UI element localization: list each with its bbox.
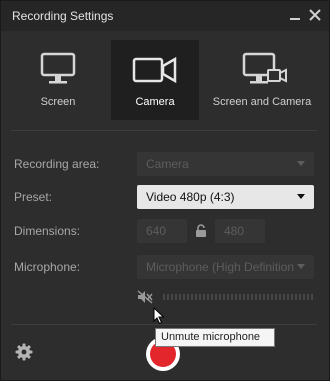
gear-icon[interactable] [15, 343, 33, 361]
title-bar: Recording Settings [1, 1, 329, 31]
microphone-value: Microphone (High Definition Audio Device… [146, 260, 296, 274]
dimension-height-input[interactable]: 480 [215, 219, 265, 243]
tooltip: Unmute microphone [155, 328, 275, 347]
dimension-width-input[interactable]: 640 [137, 219, 187, 243]
dimensions-label: Dimensions: [14, 224, 81, 238]
dimension-width-value: 640 [146, 224, 167, 238]
tab-screen[interactable]: Screen [9, 40, 107, 120]
preset-value: Video 480p (4:3) [146, 190, 235, 204]
window-title: Recording Settings [12, 9, 114, 23]
recording-area-value: Camera [146, 157, 189, 171]
tooltip-text: Unmute microphone [161, 331, 261, 343]
recording-area-label: Recording area: [14, 157, 100, 171]
speaker-muted-icon[interactable] [137, 290, 153, 304]
tab-screen-and-camera[interactable]: Screen and Camera [202, 40, 322, 120]
tab-screen-and-camera-label: Screen and Camera [212, 96, 312, 108]
mouse-pointer-icon [153, 307, 165, 325]
microphone-select[interactable]: Microphone (High Definition Audio Device… [137, 255, 314, 279]
video-camera-icon [132, 56, 177, 84]
recording-settings-window: Recording Settings Screen Camera Screen … [0, 0, 330, 381]
divider [11, 130, 317, 131]
monitor-camera-icon [242, 52, 287, 84]
microphone-level-meter [163, 294, 313, 300]
preset-label: Preset: [14, 190, 53, 204]
monitor-icon [40, 52, 76, 84]
mode-tabs: Screen Camera Screen and Camera [1, 40, 329, 120]
tab-screen-label: Screen [40, 96, 76, 108]
tab-camera-label: Camera [135, 96, 175, 108]
minimize-icon[interactable] [287, 7, 303, 23]
tab-camera[interactable]: Camera [111, 40, 199, 120]
chevron-down-icon [297, 161, 305, 166]
preset-select[interactable]: Video 480p (4:3) [137, 185, 314, 209]
chevron-down-icon [297, 264, 305, 269]
unlock-icon[interactable] [194, 224, 208, 238]
close-icon[interactable] [307, 7, 323, 23]
microphone-label: Microphone: [14, 260, 81, 274]
dimension-height-value: 480 [224, 224, 245, 238]
chevron-down-icon [297, 194, 305, 199]
recording-area-select[interactable]: Camera [137, 152, 314, 176]
